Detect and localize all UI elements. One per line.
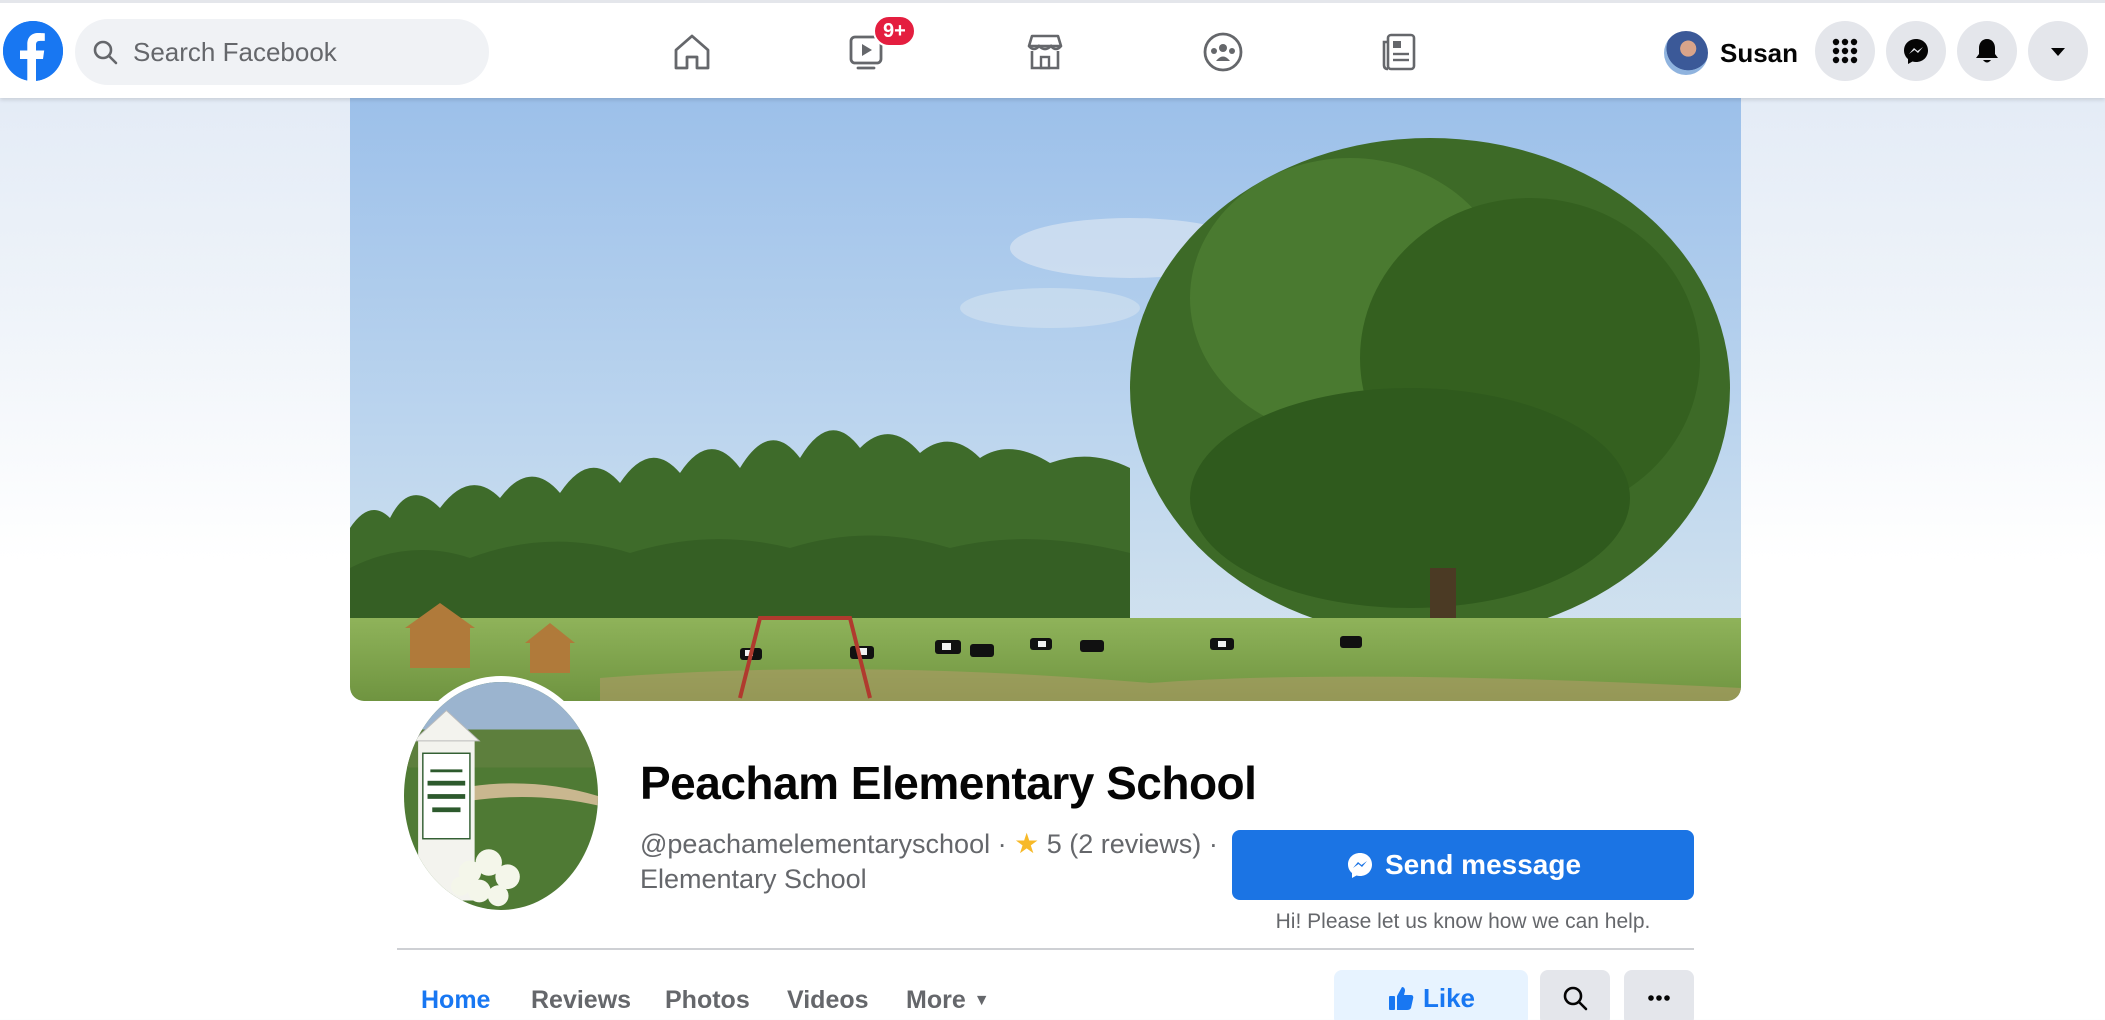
separator: · xyxy=(997,829,1007,859)
separator: · xyxy=(1208,829,1218,859)
top-navigation-bar: 9+ Susan xyxy=(0,0,2105,98)
messenger-icon xyxy=(1904,39,1928,64)
tab-more[interactable]: More ▼ xyxy=(906,986,990,1015)
tab-videos[interactable]: Videos xyxy=(787,986,869,1015)
search-bar[interactable] xyxy=(75,19,489,85)
like-label: Like xyxy=(1422,982,1476,1013)
school-sign-photo xyxy=(404,682,598,910)
profile-chip[interactable]: Susan xyxy=(1664,25,1798,81)
tab-photos[interactable]: Photos xyxy=(665,986,750,1015)
thumbs-up-icon xyxy=(1388,987,1414,1010)
nav-watch[interactable]: 9+ xyxy=(841,15,916,79)
nav-news[interactable] xyxy=(1373,25,1427,79)
facebook-logo-icon[interactable] xyxy=(3,21,63,81)
send-message-button[interactable]: Send message xyxy=(1232,830,1694,900)
account-caret-icon xyxy=(2051,48,2065,56)
star-icon: ★ xyxy=(1014,828,1040,859)
cover-photo-farm-scene xyxy=(350,98,1741,701)
search-icon xyxy=(1563,986,1588,1011)
watch-badge: 9+ xyxy=(873,15,916,47)
news-feed-icon xyxy=(1382,33,1416,71)
search-icon xyxy=(93,40,118,65)
home-icon xyxy=(674,34,710,70)
marketplace-icon xyxy=(1027,34,1063,70)
search-input[interactable] xyxy=(133,36,463,68)
notifications-icon xyxy=(1976,39,1998,63)
user-name: Susan xyxy=(1720,37,1799,68)
avatar xyxy=(1664,31,1708,75)
notifications-button[interactable] xyxy=(1957,21,2017,81)
menu-button[interactable] xyxy=(1815,21,1875,81)
page-handle: @peachamelementaryschool xyxy=(640,829,991,859)
rating-text[interactable]: 5 (2 reviews) xyxy=(1047,829,1202,859)
nav-home[interactable] xyxy=(665,25,719,79)
messenger-button[interactable] xyxy=(1886,21,1946,81)
page-category: Elementary School xyxy=(640,864,867,894)
menu-grid-icon xyxy=(1832,38,1858,64)
send-message-label: Send message xyxy=(1384,849,1582,880)
divider xyxy=(397,948,1694,950)
ellipsis-icon xyxy=(1648,995,1670,1001)
profile-picture[interactable] xyxy=(398,676,604,916)
tab-more-label: More xyxy=(906,986,966,1014)
nav-marketplace[interactable] xyxy=(1018,25,1072,79)
page-meta: @peachamelementaryschool · ★ 5 (2 review… xyxy=(640,826,1218,897)
tab-home[interactable]: Home xyxy=(421,986,490,1015)
page-search-button[interactable] xyxy=(1540,970,1610,1020)
account-button[interactable] xyxy=(2028,21,2088,81)
more-options-button[interactable] xyxy=(1624,970,1694,1020)
messenger-icon xyxy=(1347,853,1372,878)
tab-reviews[interactable]: Reviews xyxy=(531,986,631,1015)
caret-down-icon: ▼ xyxy=(973,992,990,1010)
help-text: Hi! Please let us know how we can help. xyxy=(1275,910,1651,933)
cover-photo[interactable] xyxy=(350,98,1741,701)
page-title: Peacham Elementary School xyxy=(640,757,1257,809)
groups-icon xyxy=(1203,32,1243,72)
like-button[interactable]: Like xyxy=(1334,970,1528,1020)
nav-groups[interactable] xyxy=(1196,25,1250,79)
